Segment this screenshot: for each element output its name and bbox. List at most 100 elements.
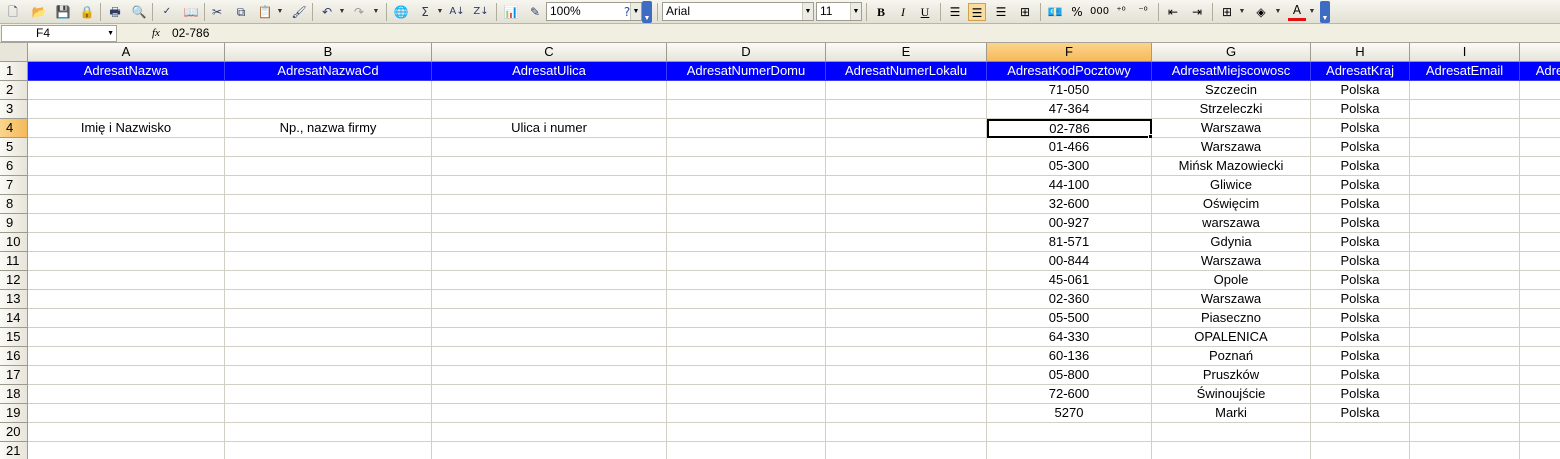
- cell-c18[interactable]: [432, 385, 667, 404]
- cell-b12[interactable]: [225, 271, 432, 290]
- cell-c10[interactable]: [432, 233, 667, 252]
- cell-h20[interactable]: [1311, 423, 1410, 442]
- cell-j11[interactable]: [1520, 252, 1560, 271]
- cell-a7[interactable]: [28, 176, 225, 195]
- font-color-dropdown-icon[interactable]: ▼: [1308, 3, 1316, 21]
- spelling-icon[interactable]: ✓: [158, 3, 176, 21]
- row-header-10[interactable]: 10: [0, 233, 28, 252]
- cell-d13[interactable]: [667, 290, 826, 309]
- cell-i2[interactable]: [1410, 81, 1520, 100]
- row-header-16[interactable]: 16: [0, 347, 28, 366]
- cell-f12[interactable]: 45-061: [987, 271, 1152, 290]
- cell-f15[interactable]: 64-330: [987, 328, 1152, 347]
- print-icon[interactable]: 🖶: [106, 3, 124, 21]
- cell-j19[interactable]: [1520, 404, 1560, 423]
- cell-i13[interactable]: [1410, 290, 1520, 309]
- cell-g6[interactable]: Mińsk Mazowiecki: [1152, 157, 1311, 176]
- header-cell-d1[interactable]: AdresatNumerDomu: [667, 62, 826, 81]
- cell-c13[interactable]: [432, 290, 667, 309]
- cell-i14[interactable]: [1410, 309, 1520, 328]
- borders-dropdown-icon[interactable]: ▼: [1238, 3, 1246, 21]
- cell-e15[interactable]: [826, 328, 987, 347]
- drawing-icon[interactable]: ✎: [526, 3, 544, 21]
- cell-h4[interactable]: Polska: [1311, 119, 1410, 138]
- row-header-11[interactable]: 11: [0, 252, 28, 271]
- cell-c11[interactable]: [432, 252, 667, 271]
- cell-g12[interactable]: Opole: [1152, 271, 1311, 290]
- header-cell-c1[interactable]: AdresatUlica: [432, 62, 667, 81]
- header-cell-i1[interactable]: AdresatEmail: [1410, 62, 1520, 81]
- comma-style-icon[interactable]: 000: [1090, 3, 1109, 21]
- cell-d11[interactable]: [667, 252, 826, 271]
- cell-d4[interactable]: [667, 119, 826, 138]
- cell-e8[interactable]: [826, 195, 987, 214]
- align-center-icon[interactable]: ☰: [968, 3, 986, 21]
- column-header-e[interactable]: E: [826, 43, 987, 62]
- cell-h3[interactable]: Polska: [1311, 100, 1410, 119]
- cell-j18[interactable]: [1520, 385, 1560, 404]
- row-header-12[interactable]: 12: [0, 271, 28, 290]
- cell-b3[interactable]: [225, 100, 432, 119]
- cell-d2[interactable]: [667, 81, 826, 100]
- toolbar-options-icon[interactable]: ▼: [642, 1, 652, 23]
- font-name-select[interactable]: Arial ▼: [662, 2, 814, 21]
- cell-c12[interactable]: [432, 271, 667, 290]
- cell-h9[interactable]: Polska: [1311, 214, 1410, 233]
- cell-j6[interactable]: [1520, 157, 1560, 176]
- cell-f19[interactable]: 5270: [987, 404, 1152, 423]
- merge-center-icon[interactable]: ⊞: [1016, 3, 1034, 21]
- currency-icon[interactable]: 💶: [1046, 3, 1064, 21]
- cell-g13[interactable]: Warszawa: [1152, 290, 1311, 309]
- cell-a14[interactable]: [28, 309, 225, 328]
- cell-g8[interactable]: Oświęcim: [1152, 195, 1311, 214]
- cell-e13[interactable]: [826, 290, 987, 309]
- chevron-down-icon[interactable]: ▼: [107, 26, 114, 41]
- cell-g3[interactable]: Strzeleczki: [1152, 100, 1311, 119]
- cell-b18[interactable]: [225, 385, 432, 404]
- cell-b4[interactable]: Np., nazwa firmy: [225, 119, 432, 138]
- cell-c19[interactable]: [432, 404, 667, 423]
- cell-h13[interactable]: Polska: [1311, 290, 1410, 309]
- cell-f8[interactable]: 32-600: [987, 195, 1152, 214]
- cell-c15[interactable]: [432, 328, 667, 347]
- cell-b14[interactable]: [225, 309, 432, 328]
- cell-e21[interactable]: [826, 442, 987, 459]
- paste-icon[interactable]: 📋: [256, 3, 274, 21]
- cell-a5[interactable]: [28, 138, 225, 157]
- cell-h6[interactable]: Polska: [1311, 157, 1410, 176]
- cell-h2[interactable]: Polska: [1311, 81, 1410, 100]
- insert-function-icon[interactable]: fx: [152, 25, 160, 42]
- cell-c14[interactable]: [432, 309, 667, 328]
- cell-b2[interactable]: [225, 81, 432, 100]
- redo-dropdown-icon[interactable]: ▼: [372, 3, 380, 21]
- cell-e12[interactable]: [826, 271, 987, 290]
- cell-j10[interactable]: [1520, 233, 1560, 252]
- cell-g20[interactable]: [1152, 423, 1311, 442]
- cell-i20[interactable]: [1410, 423, 1520, 442]
- cell-h19[interactable]: Polska: [1311, 404, 1410, 423]
- cell-j14[interactable]: [1520, 309, 1560, 328]
- cell-i3[interactable]: [1410, 100, 1520, 119]
- cell-f5[interactable]: 01-466: [987, 138, 1152, 157]
- cell-a10[interactable]: [28, 233, 225, 252]
- cell-b5[interactable]: [225, 138, 432, 157]
- cell-e17[interactable]: [826, 366, 987, 385]
- cell-c7[interactable]: [432, 176, 667, 195]
- cell-j2[interactable]: [1520, 81, 1560, 100]
- cell-i11[interactable]: [1410, 252, 1520, 271]
- formula-input[interactable]: 02-786: [172, 25, 209, 42]
- row-header-8[interactable]: 8: [0, 195, 28, 214]
- cell-j9[interactable]: [1520, 214, 1560, 233]
- cell-j8[interactable]: [1520, 195, 1560, 214]
- save-icon[interactable]: 💾: [54, 3, 72, 21]
- cell-i15[interactable]: [1410, 328, 1520, 347]
- cell-g19[interactable]: Marki: [1152, 404, 1311, 423]
- format-painter-icon[interactable]: 🖌: [290, 3, 308, 21]
- cell-f9[interactable]: 00-927: [987, 214, 1152, 233]
- cell-g14[interactable]: Piaseczno: [1152, 309, 1311, 328]
- new-icon[interactable]: 🗋: [4, 3, 22, 21]
- cell-g11[interactable]: Warszawa: [1152, 252, 1311, 271]
- cell-d12[interactable]: [667, 271, 826, 290]
- name-box[interactable]: F4 ▼: [1, 25, 117, 42]
- row-header-15[interactable]: 15: [0, 328, 28, 347]
